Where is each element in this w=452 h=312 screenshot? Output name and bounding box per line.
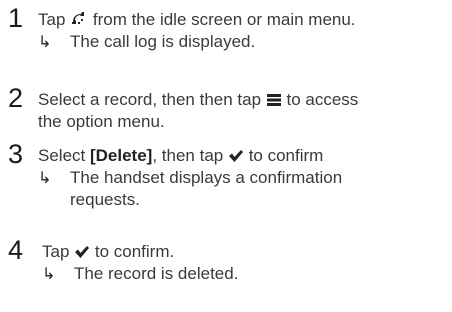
step-number: 1 [8,3,24,33]
checkmark-icon [74,244,90,264]
checkmark-icon [228,148,244,168]
phone-icon [70,11,88,32]
step-text: Select [Delete], then tap to confirm [38,146,323,168]
menu-icon [266,92,282,112]
step-result-continued: requests. [70,190,140,209]
step-text: Tap from the idle screen or main menu. [38,10,356,32]
result-arrow-icon: ↳ [38,34,52,51]
delete-option: [Delete] [89,146,153,165]
result-arrow-icon: ↳ [38,170,52,187]
step-result: ↳ The handset displays a confirmation [38,168,343,187]
step-result: ↳ The call log is displayed. [38,32,256,51]
step-result: ↳ The record is deleted. [42,264,239,283]
step-text-continued: the option menu. [38,112,165,131]
result-arrow-icon: ↳ [42,266,56,283]
step-number: 4 [8,235,24,265]
step-text: Select a record, then then tap to access [38,90,358,112]
step-number: 2 [8,83,24,113]
step-number: 3 [8,139,24,169]
step-text: Tap to confirm. [42,242,174,264]
